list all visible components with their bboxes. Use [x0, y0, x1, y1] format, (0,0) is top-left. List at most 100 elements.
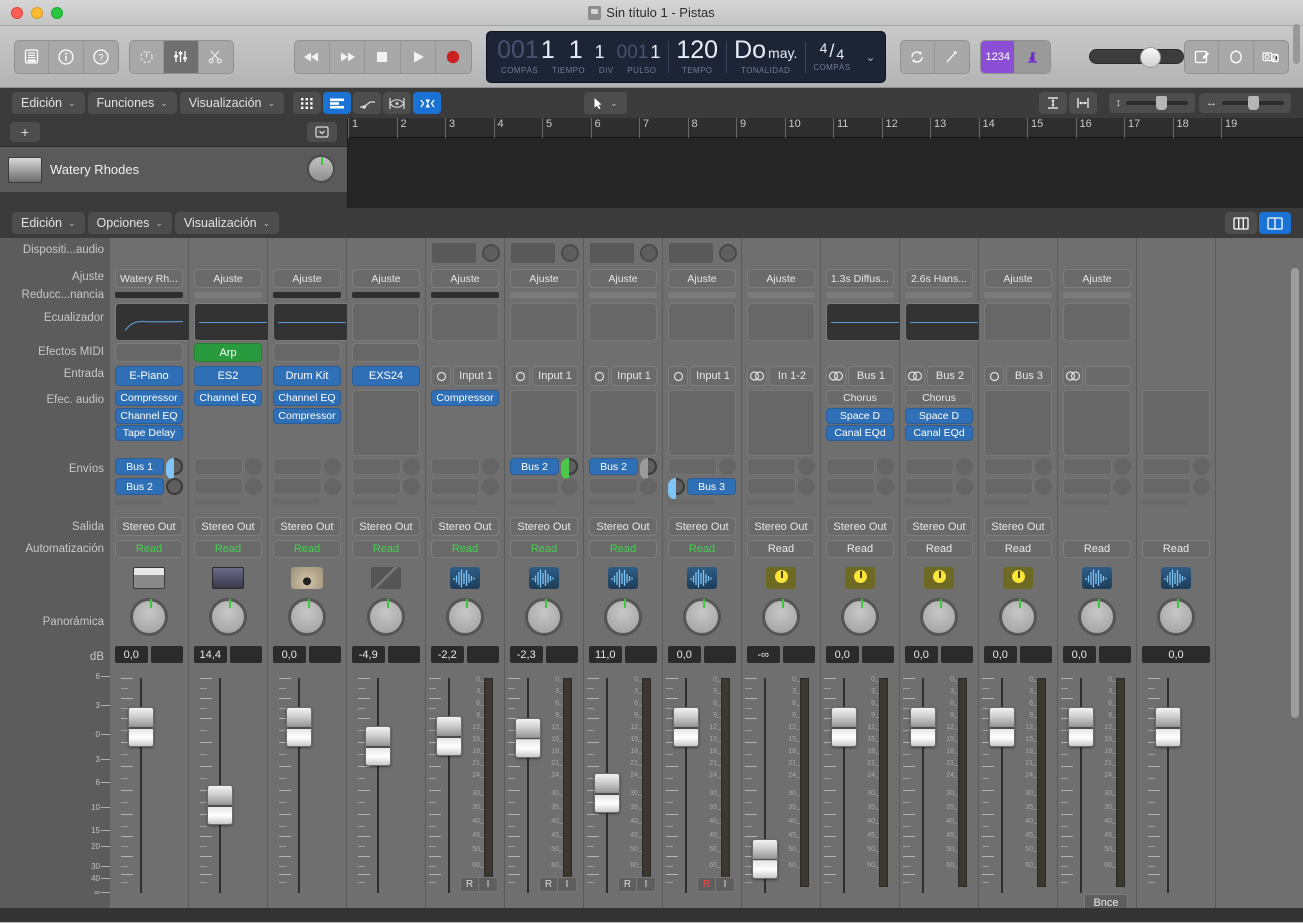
eq-display[interactable] [194, 303, 272, 341]
channel-strip-1[interactable]: Watery Rh...E-PianoCompressorChannel EQT… [110, 238, 189, 922]
channel-fader[interactable] [594, 773, 620, 813]
input-mode-button[interactable] [905, 366, 925, 386]
send-level-knob-empty[interactable] [1035, 478, 1052, 495]
pan-knob[interactable] [999, 598, 1037, 636]
channel-fader[interactable] [207, 785, 233, 825]
audio-fx-slot[interactable]: Channel EQ [194, 390, 262, 406]
send-level-knob[interactable] [166, 458, 183, 475]
input-row[interactable]: In 1-2 [747, 366, 815, 386]
db-row[interactable]: -2,2 [431, 646, 499, 663]
tuner-icon[interactable] [935, 41, 969, 73]
input-button[interactable]: ES2 [194, 366, 262, 386]
send-level-knob-empty[interactable] [561, 478, 578, 495]
send-level-knob-empty[interactable] [798, 458, 815, 475]
send-destination-button[interactable] [510, 478, 559, 495]
automation-button[interactable]: Read [747, 540, 815, 558]
automation-button[interactable]: Read [1063, 540, 1131, 558]
automation-button[interactable]: Read [115, 540, 183, 558]
audio-fx-area[interactable] [1142, 390, 1210, 456]
peak-value[interactable] [1099, 646, 1132, 663]
audio-fx-slot[interactable]: Chorus [826, 390, 894, 406]
record-input-buttons[interactable]: RI [460, 877, 498, 892]
help-icon[interactable]: ? [84, 41, 118, 73]
automation-button[interactable]: Read [905, 540, 973, 558]
automation-icon[interactable] [353, 92, 381, 114]
device-knob[interactable] [482, 244, 500, 262]
channel-strip-14[interactable]: Read0,0MDMaster [1137, 238, 1216, 922]
channel-icon-wrap[interactable] [1142, 564, 1210, 592]
audio-fx-area[interactable] [589, 390, 657, 456]
send-destination-button[interactable] [984, 458, 1033, 475]
peak-value[interactable] [704, 646, 737, 663]
midi-fx-slot[interactable] [273, 343, 341, 362]
device-slot[interactable] [510, 242, 556, 264]
send-level-knob-empty[interactable] [324, 458, 341, 475]
db-value[interactable]: 0,0 [905, 646, 938, 663]
send-level-knob[interactable] [561, 458, 578, 475]
pan-knob-wrap[interactable] [589, 598, 657, 640]
audio-fx-slot[interactable]: Space D [905, 408, 973, 424]
automation-button[interactable]: Read [984, 540, 1052, 558]
horizontal-zoom-slider[interactable] [1222, 101, 1284, 105]
db-value[interactable]: 0,0 [984, 646, 1017, 663]
db-row[interactable]: -∞ [747, 646, 815, 663]
sends-area[interactable] [273, 458, 341, 508]
pan-knob[interactable] [920, 598, 958, 636]
peak-value[interactable] [625, 646, 658, 663]
input-monitor-button[interactable]: I [716, 877, 735, 892]
vertical-zoom-control[interactable]: ↕ [1109, 93, 1196, 113]
fader-area[interactable]: 03691215182124303540455060 [663, 678, 741, 893]
db-value[interactable]: 14,4 [194, 646, 227, 663]
fader-area[interactable] [189, 678, 267, 893]
mixer-vertical-scrollbar[interactable] [1291, 268, 1299, 718]
pan-knob-wrap[interactable] [352, 598, 420, 640]
send-level-knob-empty[interactable] [1193, 478, 1210, 495]
fader-area[interactable] [110, 678, 188, 893]
arrange-menu-funciones[interactable]: Funciones⌄ [88, 92, 177, 114]
input-row[interactable]: Drum Kit [273, 366, 341, 386]
audio-fx-area[interactable] [352, 390, 420, 456]
channel-fader[interactable] [910, 707, 936, 747]
fit-vertical-icon[interactable] [1039, 92, 1067, 114]
audio-fx-slot[interactable]: Chorus [905, 390, 973, 406]
audio-fx-area[interactable]: Compressor [431, 390, 499, 456]
send-destination-button[interactable] [273, 458, 322, 475]
automation-button[interactable]: Read [826, 540, 894, 558]
audio-fx-area[interactable]: Channel EQCompressor [273, 390, 341, 456]
midi-fx-slot[interactable] [352, 343, 420, 362]
cycle-icon[interactable] [901, 41, 935, 73]
input-row[interactable]: E-Piano [115, 366, 183, 386]
input-row[interactable]: Input 1 [510, 366, 578, 386]
device-slot[interactable] [589, 242, 635, 264]
info-icon[interactable] [49, 41, 83, 73]
channel-fader[interactable] [989, 707, 1015, 747]
output-button[interactable]: Stereo Out [352, 517, 420, 536]
send-destination-button[interactable] [905, 478, 954, 495]
pan-knob-wrap[interactable] [747, 598, 815, 640]
audio-fx-slot[interactable]: Compressor [115, 390, 183, 406]
channel-strip-6[interactable]: AjusteInput 1Bus 2Stereo OutRead-2,30369… [505, 238, 584, 922]
device-knob[interactable] [719, 244, 737, 262]
mixer-menu-visualizacion[interactable]: Visualización⌄ [175, 212, 279, 234]
record-input-buttons[interactable]: RI [697, 877, 735, 892]
pan-knob-wrap[interactable] [1063, 598, 1131, 640]
fader-area[interactable]: 03691215182124303540455060 [900, 678, 978, 893]
master-volume-knob[interactable] [1140, 47, 1161, 68]
record-icon[interactable] [436, 41, 471, 73]
eq-display[interactable] [826, 303, 904, 341]
play-icon[interactable] [401, 41, 436, 73]
record-enable-button[interactable]: R [539, 877, 558, 892]
input-row[interactable]: Bus 2 [905, 366, 973, 386]
db-row[interactable]: 0,0 [115, 646, 183, 663]
send-level-knob-empty[interactable] [877, 478, 894, 495]
channel-icon-wrap[interactable] [668, 564, 736, 592]
db-value[interactable]: 0,0 [1142, 646, 1210, 663]
send-destination-button[interactable] [747, 458, 796, 475]
send-level-knob-empty[interactable] [245, 458, 262, 475]
db-value[interactable]: -∞ [747, 646, 780, 663]
midi-fx-slot[interactable] [115, 343, 183, 362]
metronome-toggle-icon[interactable] [1015, 41, 1049, 73]
notepad-icon[interactable] [1185, 41, 1219, 73]
db-row[interactable]: 14,4 [194, 646, 262, 663]
audio-fx-slot[interactable]: Channel EQ [273, 390, 341, 406]
